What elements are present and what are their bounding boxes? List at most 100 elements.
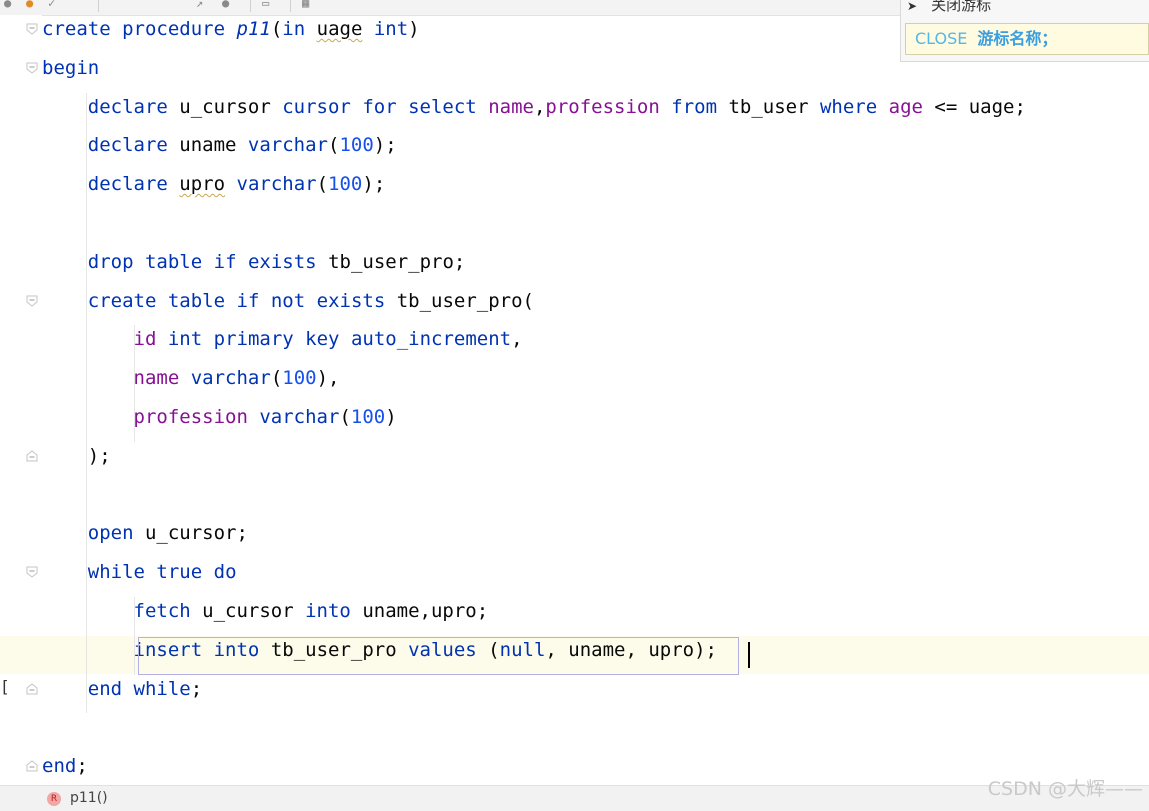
code-text[interactable]: create procedure p11(in uage int) — [42, 15, 420, 43]
code-text[interactable]: open u_cursor; — [42, 519, 248, 547]
code-line[interactable] — [0, 481, 1149, 519]
stop-icon[interactable]: ● — [222, 0, 229, 9]
code-text[interactable]: create table if not exists tb_user_pro( — [42, 287, 534, 315]
code-line[interactable]: declare uname varchar(100); — [0, 131, 1149, 169]
code-text[interactable]: ); — [42, 442, 111, 470]
fold-marker-icon[interactable] — [26, 295, 38, 307]
code-token: where — [819, 95, 878, 118]
code-line[interactable]: open u_cursor; — [0, 519, 1149, 557]
code-token: fetch — [133, 600, 191, 622]
code-token: if — [213, 250, 237, 273]
code-text[interactable]: declare uname varchar(100); — [42, 131, 397, 159]
code-text[interactable]: declare u_cursor cursor for select name,… — [42, 93, 1026, 121]
fold-marker-icon[interactable] — [26, 760, 38, 772]
completion-popup: ➤ 关闭游标 CLOSE 游标名称； — [900, 0, 1149, 62]
code-text[interactable]: declare upro varchar(100); — [42, 170, 386, 198]
fold-marker-icon[interactable] — [26, 450, 38, 462]
code-editor[interactable]: create procedure p11(in uage int) begin d… — [0, 15, 1149, 785]
fold-marker-icon[interactable] — [26, 62, 38, 74]
completion-description: 游标名称； — [977, 29, 1058, 48]
code-token: tb_user_pro( — [385, 289, 534, 312]
routine-icon: R — [47, 792, 61, 806]
code-text[interactable]: profession varchar(100) — [42, 403, 397, 431]
code-token: varchar — [236, 173, 317, 196]
code-token: name — [488, 95, 534, 118]
code-line[interactable]: declare upro varchar(100); — [0, 170, 1149, 208]
code-token: ( — [270, 18, 283, 40]
code-token: declare — [87, 95, 168, 118]
code-text[interactable]: fetch u_cursor into uname,upro; — [42, 597, 489, 625]
code-token: key — [305, 328, 340, 351]
fold-marker-icon[interactable] — [26, 682, 38, 695]
code-text[interactable]: end while; — [42, 675, 202, 703]
grid-icon[interactable]: ▦ — [302, 0, 309, 9]
code-line[interactable] — [0, 209, 1149, 247]
code-token: u_cursor — [190, 600, 306, 622]
code-token: varchar — [259, 406, 340, 428]
completion-item-close-cursor[interactable]: ➤ 关闭游标 — [907, 0, 991, 15]
code-token: p11 — [236, 18, 271, 40]
code-token: profession — [545, 95, 660, 118]
code-token: uage — [316, 18, 363, 40]
code-line[interactable]: ); — [0, 442, 1149, 480]
code-text[interactable]: drop table if exists tb_user_pro; — [42, 248, 466, 276]
code-line[interactable]: create table if not exists tb_user_pro( — [0, 287, 1149, 325]
arrow-icon: ➤ — [907, 0, 918, 13]
completion-item-selected[interactable]: CLOSE 游标名称； — [905, 23, 1149, 55]
code-line[interactable]: declare u_cursor cursor for select name,… — [0, 93, 1149, 131]
code-line[interactable]: end while; — [0, 675, 1149, 713]
fold-marker-icon[interactable] — [26, 566, 38, 578]
code-token: , — [533, 95, 546, 118]
breadcrumb-bar: R p11() — [0, 785, 1149, 811]
code-token: ) — [408, 18, 420, 40]
warning-icon[interactable]: ● — [26, 0, 33, 9]
code-text[interactable]: end; — [42, 752, 88, 780]
code-line[interactable]: fetch u_cursor into uname,upro; — [0, 597, 1149, 635]
code-token: drop — [87, 250, 134, 273]
code-line[interactable]: name varchar(100), — [0, 364, 1149, 402]
code-text[interactable]: while true do — [42, 558, 237, 586]
fold-marker-icon[interactable] — [26, 23, 38, 35]
code-line[interactable]: id int primary key auto_increment, — [0, 325, 1149, 363]
code-line[interactable]: while true do — [0, 558, 1149, 596]
code-token: varchar — [247, 134, 328, 157]
code-text[interactable]: id int primary key auto_increment, — [42, 325, 523, 353]
code-token: tb_user — [717, 95, 820, 118]
code-token: ); — [362, 173, 386, 196]
code-line[interactable]: profession varchar(100) — [0, 403, 1149, 441]
code-text[interactable]: begin — [42, 54, 99, 82]
code-token: ( — [339, 406, 351, 428]
code-token: ; — [190, 677, 203, 700]
code-line[interactable] — [0, 713, 1149, 751]
toolbar-icon-1[interactable]: ● — [4, 0, 11, 9]
code-token: create — [42, 18, 111, 40]
code-line[interactable]: drop table if exists tb_user_pro; — [0, 248, 1149, 286]
code-token: into — [305, 600, 351, 622]
completion-keyword: CLOSE — [915, 29, 968, 48]
run-icon[interactable]: ↗ — [196, 0, 203, 9]
check-icon[interactable]: ✓ — [48, 0, 55, 9]
code-token: profession — [133, 406, 248, 428]
table-icon[interactable]: ▭ — [262, 0, 269, 9]
code-token: <= uage; — [922, 95, 1026, 118]
code-token: ); — [373, 134, 397, 157]
toolbar-separator — [250, 0, 251, 12]
code-token: ( — [328, 134, 340, 157]
breadcrumb-routine[interactable]: p11() — [70, 790, 108, 806]
code-token: exists — [316, 289, 386, 312]
code-token: end — [42, 755, 77, 778]
code-token: procedure — [122, 18, 226, 40]
